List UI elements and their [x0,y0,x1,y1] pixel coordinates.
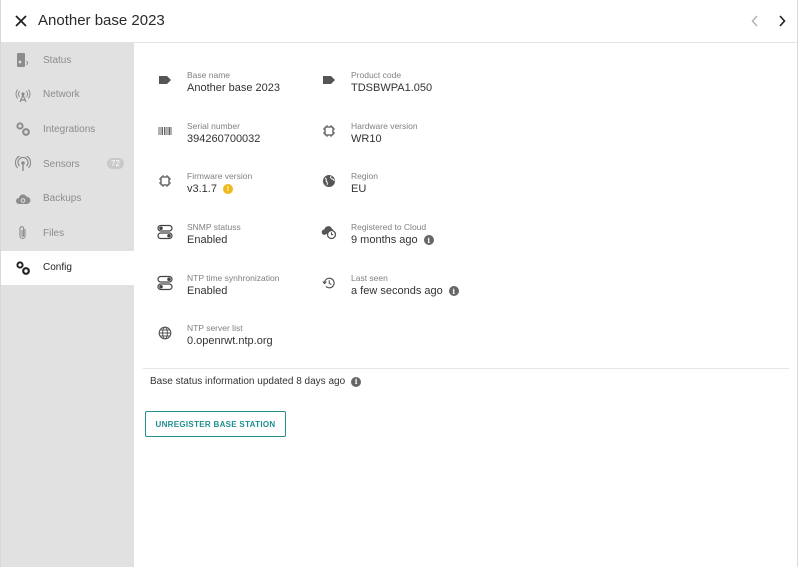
ntp-sync-field: NTP time synhronization Enabled [157,273,317,313]
tag-icon [157,72,173,88]
sensor-icon [15,156,31,172]
snmp-status-field: SNMP statuss Enabled [157,222,317,262]
firmware-version-field: Firmware version v3.1.7! [157,171,317,211]
info-icon[interactable]: i [351,376,362,387]
globe-icon [157,325,173,341]
sidebar-item-label: Integrations [43,123,96,135]
antenna-icon [15,87,31,103]
sidebar-item-integrations[interactable]: Integrations [1,112,134,147]
sidebar-item-label: Config [43,262,72,274]
header-bar: Another base 2023 [1,0,797,43]
sensor-count-badge: 72 [107,157,124,169]
barcode-icon [157,123,173,139]
info-icon[interactable]: i [448,286,459,296]
cloud-clock-icon [321,224,337,240]
sidebar-item-label: Status [43,54,72,66]
sidebar-item-network[interactable]: Network [1,78,134,113]
last-seen-field: Last seen a few seconds ago i [321,273,521,313]
sidebar-item-backups[interactable]: Backups [1,181,134,216]
page-title: Another base 2023 [38,12,165,29]
paperclip-icon [15,225,31,241]
sidebar-item-files[interactable]: Files [1,216,134,251]
region-field: Region EU [321,171,481,211]
sidebar-item-label: Network [43,89,80,101]
chevron-right-icon[interactable] [773,12,791,30]
globe-icon [321,173,337,189]
product-code-field: Product code TDSBWPA1.050 [321,70,481,110]
serial-number-field: Serial number 394260700032 [157,121,317,161]
chip-icon [321,123,337,139]
toggle-icon [157,275,173,291]
sidebar-item-label: Sensors [43,158,80,170]
sidebar-item-label: Backups [43,193,82,205]
sidebar: Status Network Integrations Sensors 72 B… [1,43,134,567]
config-window: Another base 2023 Status Network Integra… [0,0,798,567]
chip-icon [157,173,173,189]
divider [143,368,789,369]
warning-icon[interactable]: ! [222,184,233,194]
sidebar-item-sensors[interactable]: Sensors 72 [1,147,134,182]
toggle-icon [157,224,173,240]
base-station-icon [15,52,31,68]
cogs-icon [15,121,31,137]
config-panel: Base name Another base 2023 Serial numbe… [134,43,798,567]
sidebar-item-config[interactable]: Config [1,250,134,286]
cogs-icon [15,260,31,276]
history-icon [321,275,337,291]
sidebar-item-label: Files [43,227,65,239]
chevron-left-icon[interactable] [746,12,764,30]
cloud-backup-icon [15,191,31,207]
ntp-servers-field: NTP server list 0.openrwt.ntp.org [157,323,317,363]
unregister-base-station-button[interactable]: UNREGISTER BASE STATION [145,411,286,437]
info-icon[interactable]: i [423,235,434,245]
close-icon[interactable] [11,11,31,31]
registered-to-cloud-field: Registered to Cloud 9 months ago i [321,222,521,262]
hardware-version-field: Hardware version WR10 [321,121,481,161]
base-name-field: Base name Another base 2023 [157,70,317,110]
sidebar-item-status[interactable]: Status [1,43,134,78]
tag-icon [321,72,337,88]
status-update-text: Base status information updated 8 days a… [150,376,362,387]
